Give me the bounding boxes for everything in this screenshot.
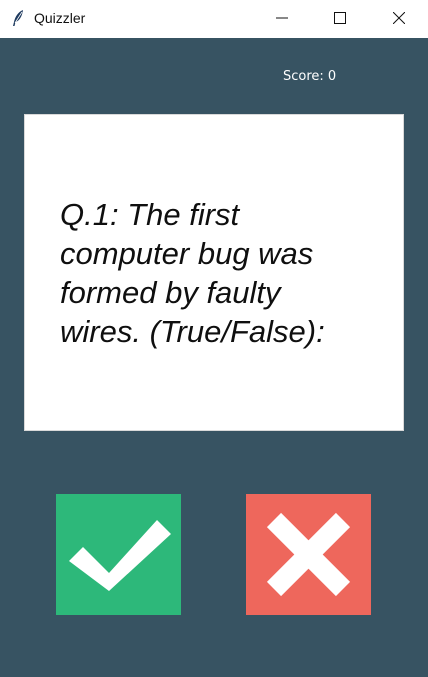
question-card: Q.1: The first computer bug was formed b… — [24, 114, 404, 431]
maximize-icon — [334, 12, 346, 24]
question-text: Q.1: The first computer bug was formed b… — [60, 197, 325, 349]
true-button[interactable] — [56, 494, 181, 615]
feather-icon — [13, 10, 23, 26]
score-label: Score: 0 — [283, 69, 337, 84]
title-bar: Quizzler — [0, 0, 428, 38]
close-icon — [393, 12, 405, 24]
window-title: Quizzler — [34, 10, 86, 26]
minimize-button[interactable] — [253, 0, 311, 36]
minimize-icon — [276, 17, 288, 19]
false-button[interactable] — [246, 494, 371, 615]
maximize-button[interactable] — [311, 0, 369, 36]
close-button[interactable] — [370, 0, 428, 36]
quiz-window-body: Score: 0 Q.1: The first computer bug was… — [0, 38, 428, 677]
